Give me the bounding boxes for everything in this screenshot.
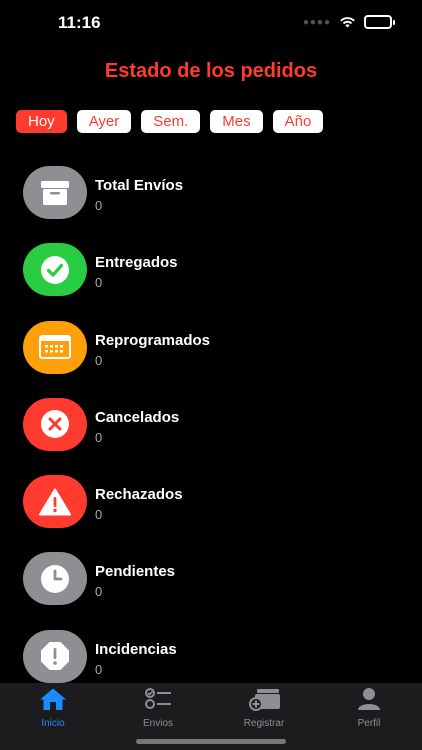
register-package-icon — [249, 689, 280, 711]
row-value: 0 — [95, 275, 103, 291]
status-row-total-envios[interactable]: Total Envíos 0 — [23, 166, 403, 243]
checkmark-icon — [23, 243, 87, 297]
tab-label: Inicio — [41, 718, 65, 729]
home-indicator — [136, 739, 286, 744]
tab-label: Perfil — [357, 718, 381, 729]
row-value: 0 — [95, 507, 103, 523]
warning-triangle-icon — [23, 475, 87, 529]
battery-icon — [364, 15, 395, 29]
person-icon — [358, 688, 380, 710]
filter-ano-button[interactable]: Año — [272, 110, 324, 133]
status-row-entregados[interactable]: Entregados 0 — [23, 243, 403, 320]
signal-icon: ●●●● — [302, 16, 331, 28]
row-label: Total Envíos — [95, 177, 184, 194]
filter-ayer-button[interactable]: Ayer — [76, 110, 132, 133]
status-time: 11:16 — [58, 13, 101, 32]
clock-icon — [23, 552, 87, 606]
row-label: Incidencias — [95, 640, 177, 658]
status-row-pendientes[interactable]: Pendientes 0 — [23, 552, 403, 629]
period-filter-bar: Hoy Ayer Sem. Mes Año — [16, 110, 324, 133]
status-row-rechazados[interactable]: Rechazados 0 — [23, 475, 403, 552]
page-title: Estado de los pedidos — [104, 60, 318, 82]
status-bar: 11:16 ●●●● — [0, 0, 422, 44]
row-label: Cancelados — [95, 408, 180, 426]
tab-registrar[interactable]: Registrar — [224, 687, 304, 729]
row-value: 0 — [95, 661, 103, 677]
row-label: Entregados — [95, 254, 178, 272]
row-value: 0 — [95, 584, 103, 600]
row-value: 0 — [95, 429, 103, 445]
exclamation-octagon-icon — [23, 629, 87, 683]
checklist-icon — [145, 688, 171, 709]
tab-envios[interactable]: Envios — [118, 687, 198, 729]
x-circle-icon — [23, 397, 87, 451]
wifi-icon — [340, 17, 355, 28]
row-label: Reprogramados — [95, 331, 211, 349]
order-status-list: Total Envíos 0 Entregados 0 Reprogramado… — [23, 166, 403, 707]
row-label: Rechazados — [95, 486, 183, 504]
row-value: 0 — [95, 198, 103, 213]
status-icons: ●●●● — [302, 15, 395, 29]
tab-label: Registrar — [243, 718, 285, 729]
row-label: Pendientes — [95, 563, 176, 581]
filter-mes-button[interactable]: Mes — [210, 110, 263, 133]
tab-inicio[interactable]: Inicio — [13, 687, 93, 729]
tab-perfil[interactable]: Perfil — [329, 687, 409, 729]
house-icon — [40, 688, 66, 710]
filter-semana-button[interactable]: Sem. — [141, 110, 201, 133]
status-row-reprogramados[interactable]: Reprogramados 0 — [23, 320, 403, 398]
row-value: 0 — [95, 352, 103, 368]
archive-box-icon — [23, 166, 87, 219]
tab-label: Envios — [142, 718, 173, 729]
calendar-icon — [23, 320, 87, 374]
filter-hoy-button[interactable]: Hoy — [16, 110, 67, 133]
status-row-cancelados[interactable]: Cancelados 0 — [23, 397, 403, 475]
